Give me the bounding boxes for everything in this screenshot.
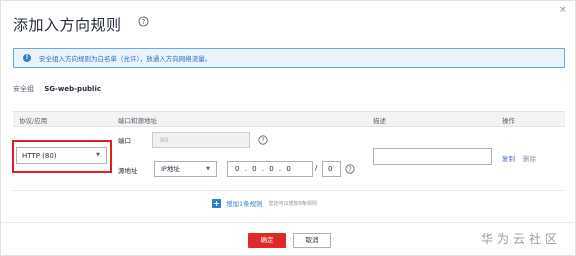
cancel-button[interactable]: 取消: [293, 233, 331, 248]
dialog-title: 添加入方向规则: [13, 16, 122, 34]
plus-icon[interactable]: +: [212, 198, 221, 208]
protocol-value: HTTP (80): [22, 151, 57, 160]
protocol-select[interactable]: HTTP (80) ▼: [16, 147, 107, 164]
add-rule-link[interactable]: 增加1条规则: [226, 198, 263, 208]
svg-text:?: ?: [142, 18, 146, 26]
add-rule-control[interactable]: + 增加1条规则 您还可以增加9条规则: [212, 198, 317, 208]
notice-text: 安全组入方向规则为白名单（允许），放通入方向网络流量。: [39, 55, 212, 63]
chevron-down-icon: ▼: [206, 166, 210, 172]
cidr-slash: /: [315, 164, 318, 172]
add-rule-hint: 您还可以增加9条规则: [268, 200, 317, 207]
copy-link[interactable]: 复制: [502, 153, 515, 163]
close-icon[interactable]: ×: [559, 5, 567, 15]
help-icon[interactable]: ?: [258, 135, 268, 145]
description-input[interactable]: [373, 148, 492, 165]
confirm-button[interactable]: 确定: [248, 233, 286, 248]
security-group-name: SG-web-public: [44, 85, 102, 93]
source-ip-input[interactable]: 0 . 0 . 0 . 0: [227, 161, 313, 177]
watermark: 华为云社区: [481, 232, 562, 246]
header-protocol: 协议/应用: [19, 117, 48, 125]
security-group-label: 安全组: [13, 85, 34, 93]
info-icon: !: [23, 54, 31, 62]
footer-divider: [1, 222, 576, 223]
delete-link[interactable]: 删除: [523, 153, 536, 163]
address-type-value: IP地址: [161, 165, 180, 173]
svg-text:?: ?: [261, 137, 264, 144]
rules-table-header: 协议/应用 端口和源地址 描述 操作: [13, 111, 565, 127]
cidr-mask-input[interactable]: 0: [322, 161, 341, 177]
help-icon[interactable]: ?: [345, 164, 355, 174]
port-label: 端口: [118, 137, 131, 145]
add-inbound-rule-dialog: 添加入方向规则 ? × ! 安全组入方向规则为白名单（允许），放通入方向网络流量…: [0, 0, 576, 256]
info-notice: ! 安全组入方向规则为白名单（允许），放通入方向网络流量。: [13, 48, 565, 68]
address-type-select[interactable]: IP地址 ▼: [154, 161, 217, 177]
header-port-source: 端口和源地址: [118, 117, 157, 125]
row-divider: [13, 190, 565, 191]
header-actions: 操作: [502, 117, 515, 125]
security-group-row: 安全组 SG-web-public: [13, 84, 101, 94]
svg-text:?: ?: [348, 166, 351, 173]
source-label: 源地址: [118, 167, 138, 175]
chevron-down-icon: ▼: [96, 152, 100, 158]
port-input[interactable]: 80: [152, 132, 250, 148]
header-description: 描述: [373, 117, 386, 125]
help-icon[interactable]: ?: [138, 16, 149, 27]
